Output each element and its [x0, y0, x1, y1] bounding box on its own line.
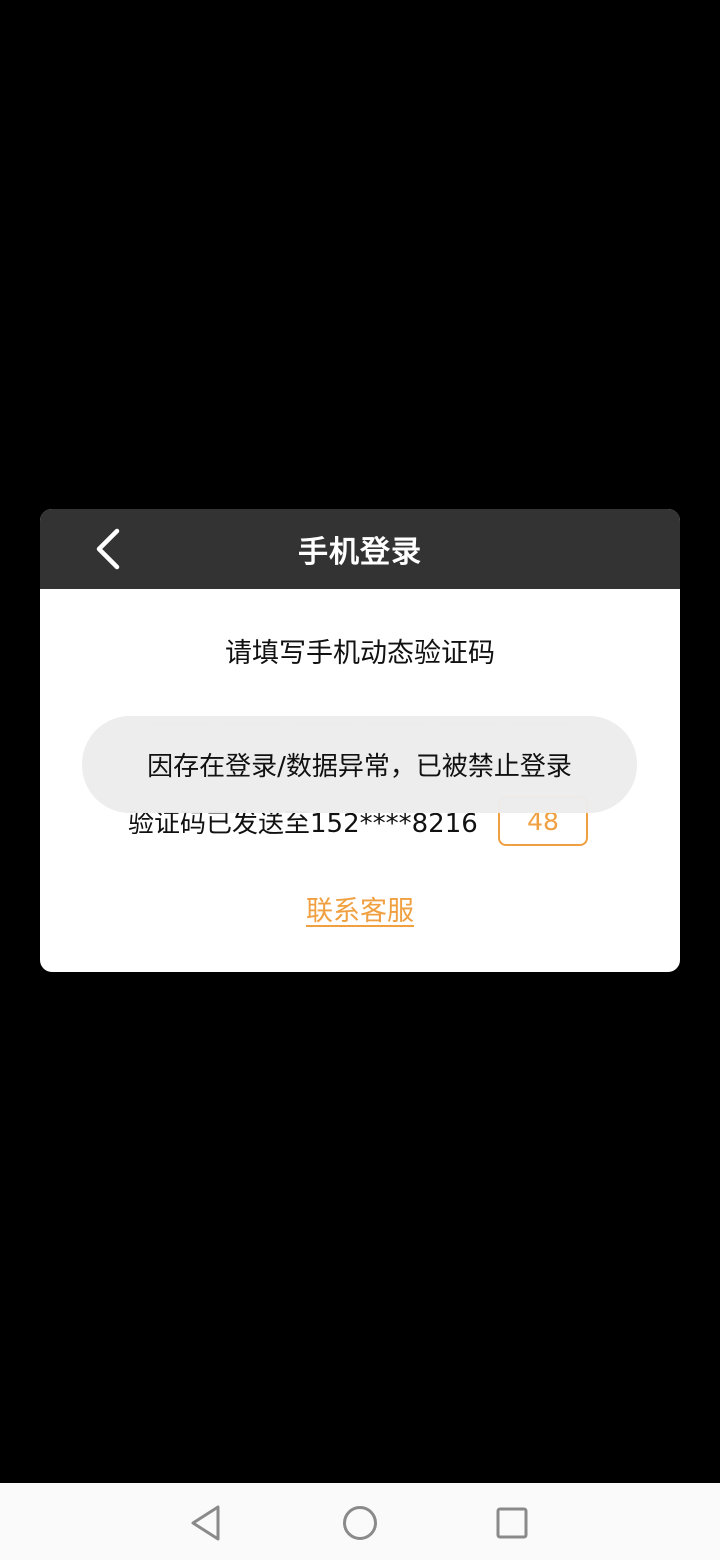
screen: 手机登录 请填写手机动态验证码 验证码已发送至152****8216 48 联系… [0, 0, 720, 1560]
nav-back-button[interactable] [186, 1503, 226, 1543]
contact-service-link[interactable]: 联系客服 [40, 889, 680, 928]
nav-recents-button[interactable] [492, 1503, 532, 1543]
nav-home-button[interactable] [340, 1503, 380, 1543]
back-button[interactable] [84, 525, 132, 573]
nav-back-icon [191, 1505, 220, 1541]
system-nav-bar [0, 1483, 720, 1560]
dialog-title: 手机登录 [298, 535, 422, 570]
nav-recents-icon [496, 1507, 528, 1539]
subtitle: 请填写手机动态验证码 [225, 638, 495, 669]
nav-home-icon [343, 1506, 377, 1540]
chevron-left-icon [96, 528, 120, 570]
dialog-header: 手机登录 [40, 509, 680, 589]
error-toast: 因存在登录/数据异常，已被禁止登录 [82, 716, 637, 813]
